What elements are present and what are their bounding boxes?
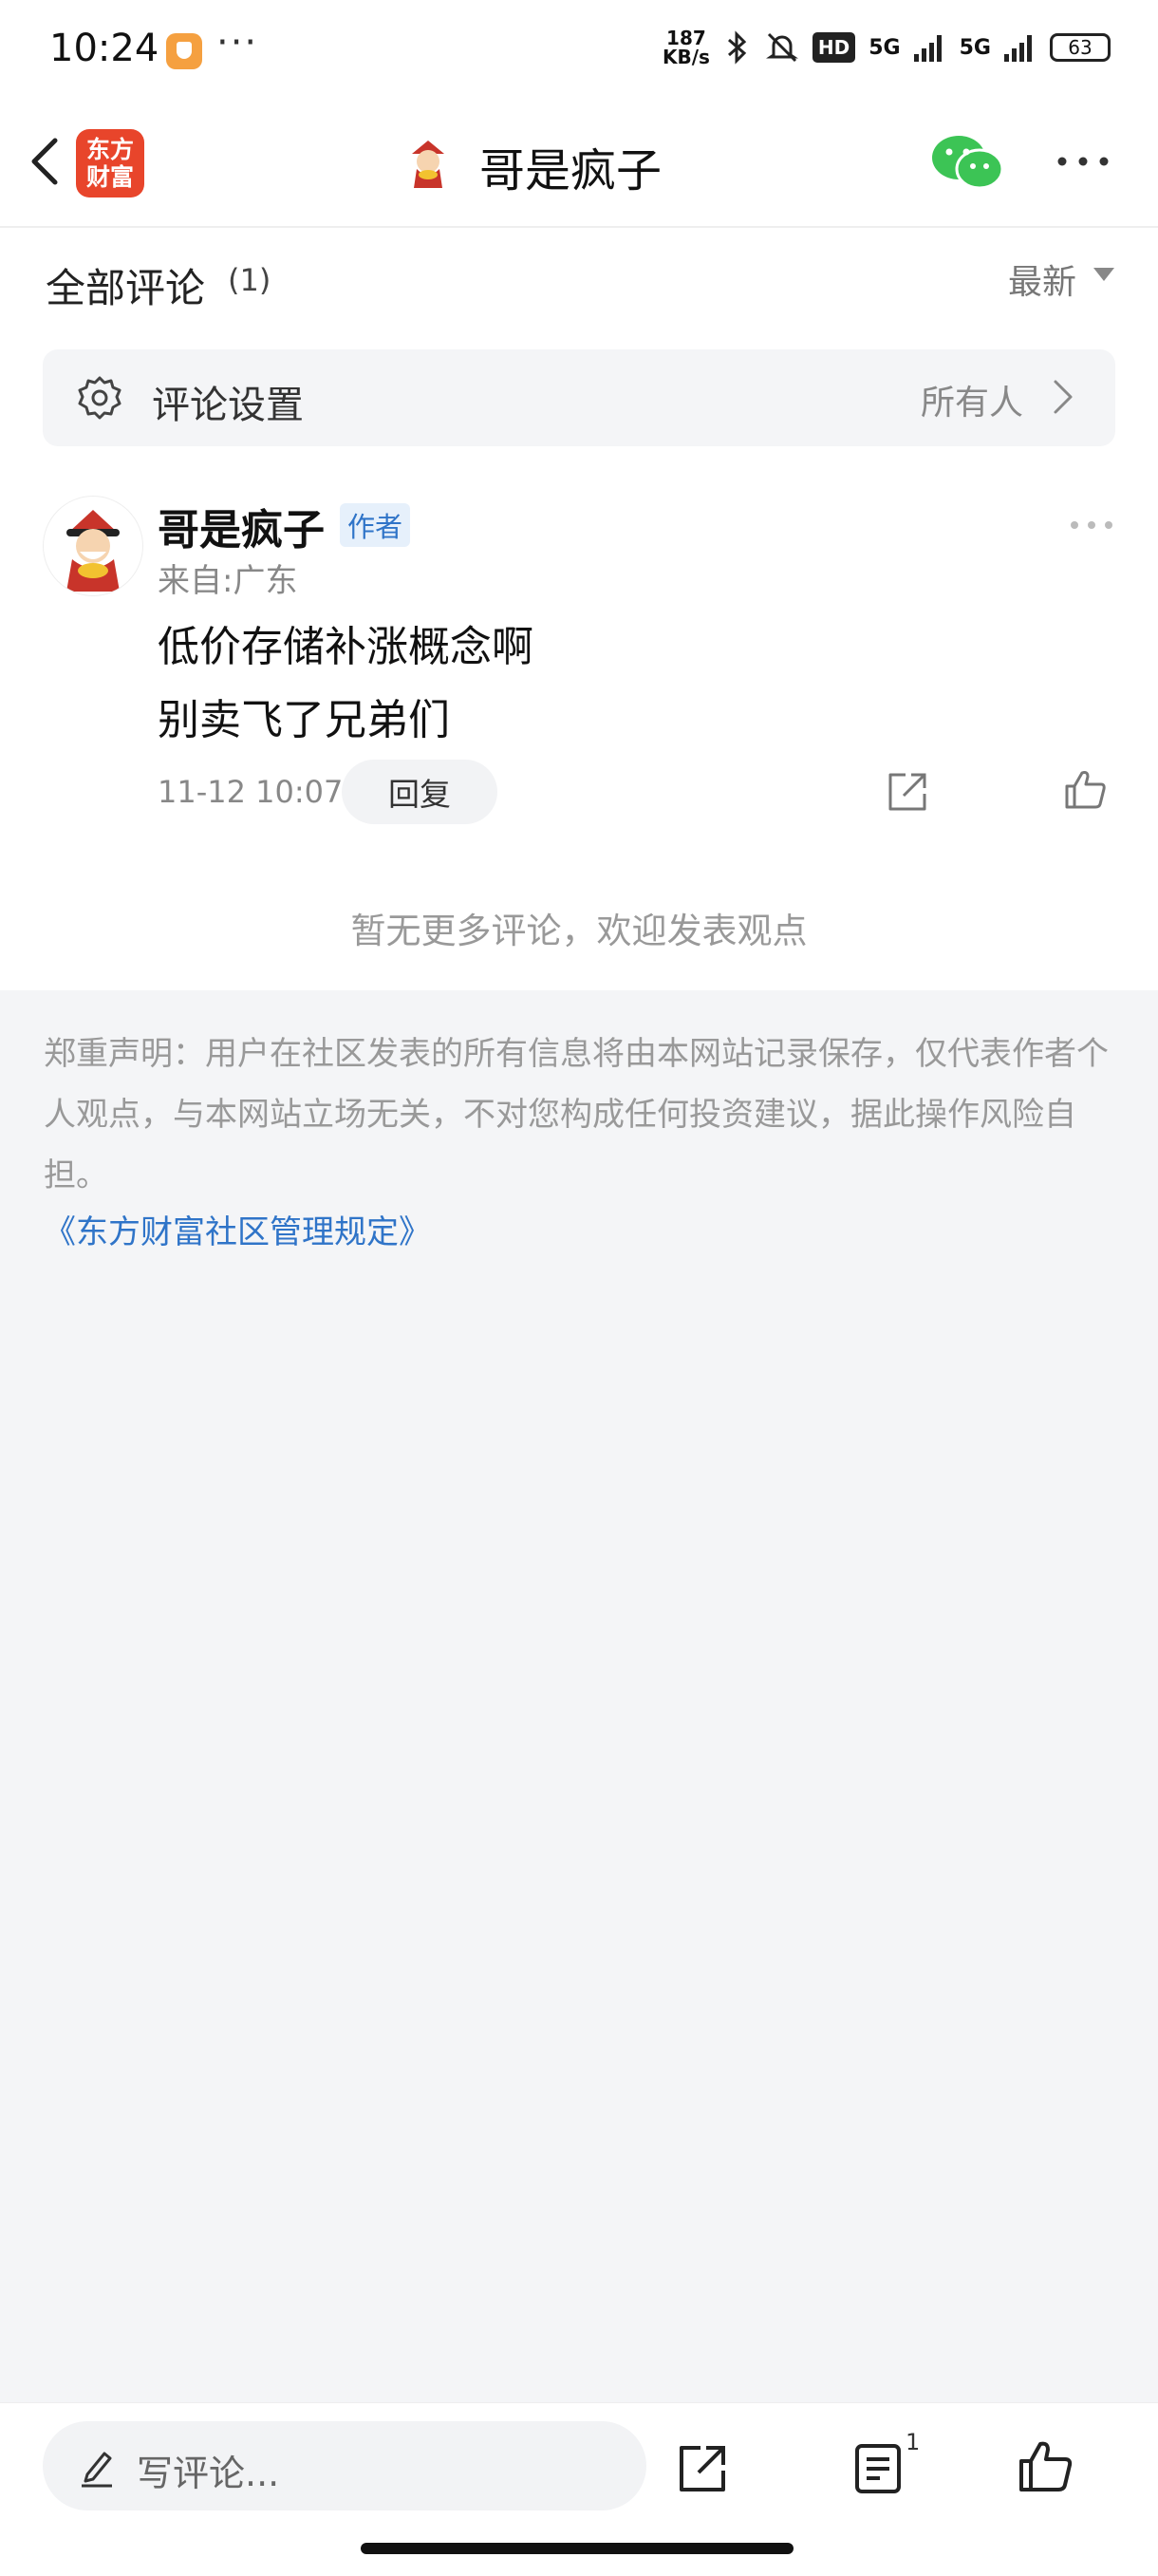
more-icon[interactable]	[1055, 142, 1111, 180]
sort-dropdown[interactable]: 最新	[1008, 254, 1076, 304]
net-speed-unit: KB/s	[662, 46, 710, 68]
comment-text-line2: 别卖飞了兄弟们	[158, 696, 450, 744]
comment-author[interactable]: 哥是疯子	[158, 496, 325, 556]
community-rules-link[interactable]: 《东方财富社区管理规定》	[44, 1206, 431, 1252]
bluetooth-icon	[727, 30, 747, 65]
disclaimer-text: 郑重声明：用户在社区发表的所有信息将由本网站记录保存，仅代表作者个人观点，与本网…	[44, 1035, 1109, 1194]
header-divider	[0, 226, 1158, 228]
settings-value: 所有人	[921, 384, 1024, 423]
comment-count: (1)	[228, 262, 271, 298]
gear-icon	[78, 376, 121, 420]
comment-input-placeholder[interactable]: 写评论...	[137, 2444, 279, 2496]
comment-text-line1: 低价存储补涨概念啊	[158, 623, 533, 671]
like-icon[interactable]	[1016, 2436, 1074, 2495]
comment-location: 来自:广东	[158, 562, 298, 600]
hd-badge: HD	[812, 32, 856, 63]
comment-time: 11-12 10:07	[158, 774, 344, 810]
caret-down-icon[interactable]	[1093, 268, 1114, 281]
back-icon[interactable]	[23, 133, 66, 190]
comment-list-icon[interactable]	[850, 2440, 906, 2497]
status-indicators: 187 KB/s HD 5G 5G 63	[663, 28, 1111, 66]
header-avatar	[399, 133, 458, 192]
signal-1-icon	[913, 35, 942, 62]
avatar-image	[66, 510, 120, 592]
status-app-icon	[166, 33, 202, 69]
settings-label: 评论设置	[152, 384, 304, 427]
net-speed: 187 KB/s	[663, 28, 710, 66]
comment-more-icon[interactable]	[1069, 518, 1114, 532]
all-comments-title: 全部评论	[46, 265, 206, 311]
signal-2-label: 5G	[959, 35, 991, 60]
wechat-icon[interactable]	[930, 131, 1006, 194]
comment-avatar[interactable]	[43, 496, 143, 596]
share-icon[interactable]	[676, 2442, 729, 2495]
app-logo[interactable]: 东方 财富	[76, 129, 144, 197]
mute-bell-icon	[765, 32, 798, 63]
chevron-right-icon	[1054, 380, 1073, 414]
comment-input[interactable]	[43, 2421, 646, 2510]
signal-2-icon	[1004, 35, 1032, 62]
status-more-dots: ···	[216, 21, 259, 65]
no-more-comments: 暂无更多评论，欢迎发表观点	[350, 911, 808, 951]
battery-indicator: 63	[1050, 33, 1111, 62]
reply-button[interactable]: 回复	[342, 760, 497, 824]
net-speed-value: 187	[666, 27, 706, 49]
share-icon[interactable]	[885, 769, 930, 815]
signal-1-label: 5G	[868, 35, 901, 60]
logo-line1: 东方	[85, 136, 134, 163]
author-badge: 作者	[340, 503, 411, 547]
home-indicator	[361, 2543, 794, 2554]
page-title: 哥是疯子	[479, 144, 663, 197]
logo-line2: 财富	[85, 163, 134, 191]
comment-list-count: 1	[906, 2429, 921, 2455]
like-icon[interactable]	[1061, 765, 1109, 813]
status-time: 10:24	[49, 27, 159, 70]
pen-icon	[82, 2452, 112, 2488]
